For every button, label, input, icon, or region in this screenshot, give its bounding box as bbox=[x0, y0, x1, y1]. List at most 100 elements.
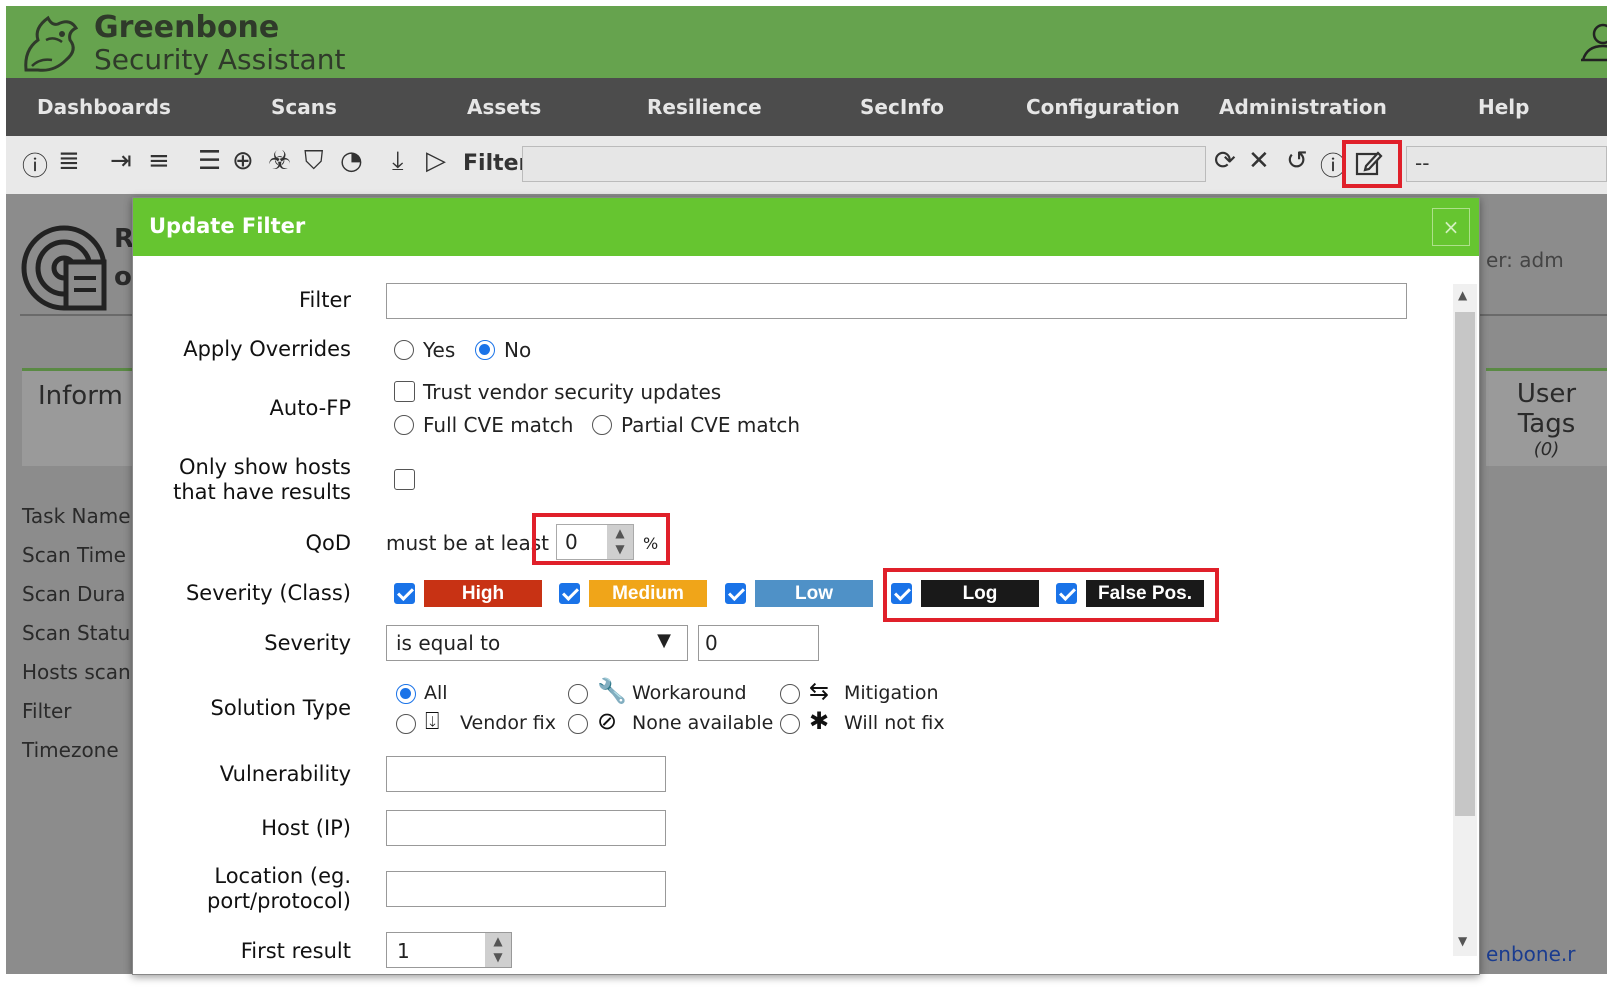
partial-cve-label: Partial CVE match bbox=[621, 413, 801, 437]
outdent-icon[interactable]: ≡ bbox=[148, 146, 170, 176]
only-hosts-label-line2: that have results bbox=[173, 480, 351, 504]
solution-mitigation-label: Mitigation bbox=[844, 682, 939, 704]
filter-label: Filter bbox=[463, 151, 530, 176]
partial-cve-radio[interactable] bbox=[592, 415, 612, 435]
app-header: Greenbone Security Assistant bbox=[6, 6, 1607, 78]
solution-all-radio[interactable] bbox=[396, 684, 416, 704]
scroll-thumb[interactable] bbox=[1455, 312, 1475, 816]
solution-will-not-fix-label: Will not fix bbox=[844, 712, 945, 734]
saved-filter-select[interactable]: -- bbox=[1406, 146, 1607, 182]
solution-will-not-fix-radio[interactable] bbox=[780, 714, 800, 734]
host-input[interactable] bbox=[386, 810, 666, 846]
detail-label: Scan Statu bbox=[22, 621, 131, 645]
scroll-up-icon[interactable]: ▲ bbox=[1458, 288, 1467, 302]
auto-fp-label: Auto-FP bbox=[269, 396, 351, 420]
filter-input[interactable] bbox=[522, 146, 1206, 182]
highlight-log-false-pos bbox=[883, 568, 1219, 622]
help-icon[interactable]: ⓘ bbox=[22, 146, 48, 183]
only-hosts-checkbox[interactable] bbox=[394, 469, 415, 490]
trust-vendor-label: Trust vendor security updates bbox=[423, 380, 722, 404]
severity-relation-value: is equal to bbox=[396, 631, 501, 655]
solution-none-radio[interactable] bbox=[568, 714, 588, 734]
first-result-spin-buttons[interactable]: ▲ ▼ bbox=[485, 933, 511, 967]
severity-relation-select[interactable]: is equal to ▼ bbox=[386, 625, 688, 661]
performance-icon[interactable]: ◔ bbox=[340, 146, 363, 176]
severity-value-input[interactable]: 0 bbox=[698, 625, 819, 661]
overrides-no-label: No bbox=[504, 338, 532, 362]
tab-user-tags-count: (0) bbox=[1533, 439, 1560, 460]
trust-vendor-checkbox[interactable] bbox=[394, 381, 415, 402]
location-label-line2: port/protocol) bbox=[207, 889, 351, 913]
severity-medium-checkbox[interactable] bbox=[559, 583, 580, 604]
nav-dashboards[interactable]: Dashboards bbox=[37, 95, 171, 119]
tab-user-tags-line2: Tags bbox=[1517, 409, 1576, 439]
report-icon bbox=[21, 225, 107, 311]
location-input[interactable] bbox=[386, 871, 666, 907]
bottom-strip bbox=[0, 974, 1607, 1001]
clear-filter-icon[interactable]: ✕ bbox=[1248, 146, 1270, 176]
tab-user-tags-line1: User bbox=[1516, 379, 1577, 409]
detail-label: Scan Time bbox=[22, 543, 126, 567]
detail-label: Hosts scan bbox=[22, 660, 131, 684]
detail-label: Scan Dura bbox=[22, 582, 126, 606]
solution-mitigation-radio[interactable] bbox=[780, 684, 800, 704]
nav-scans[interactable]: Scans bbox=[271, 95, 337, 119]
tls-shield-icon[interactable]: ⛉ bbox=[304, 146, 324, 177]
dropdown-arrow-icon: ▼ bbox=[657, 630, 671, 651]
solution-none-label: None available bbox=[632, 712, 774, 734]
list-icon[interactable]: ≣ bbox=[58, 146, 80, 176]
refresh-icon[interactable]: ⟳ bbox=[1214, 146, 1236, 176]
scroll-down-icon[interactable]: ▼ bbox=[1458, 934, 1467, 948]
close-button[interactable]: × bbox=[1432, 208, 1470, 246]
first-result-label: First result bbox=[240, 939, 351, 963]
severity-high-checkbox[interactable] bbox=[394, 583, 415, 604]
nav-secinfo[interactable]: SecInfo bbox=[860, 95, 944, 119]
reset-icon[interactable]: ↺ bbox=[1286, 146, 1308, 176]
nav-configuration[interactable]: Configuration bbox=[1026, 95, 1180, 119]
tab-information-label: Inform bbox=[38, 381, 123, 411]
filter-text-input[interactable] bbox=[386, 283, 1407, 319]
severity-class-label: Severity (Class) bbox=[185, 581, 351, 605]
apply-overrides-label: Apply Overrides bbox=[183, 337, 351, 361]
user-icon[interactable] bbox=[1581, 20, 1607, 64]
detail-label: Timezone bbox=[22, 738, 119, 762]
highlight-qod bbox=[532, 513, 670, 565]
nav-assets[interactable]: Assets bbox=[467, 95, 541, 119]
page-title-fragment-2: o bbox=[114, 262, 132, 292]
location-label-line1: Location (eg. bbox=[214, 864, 351, 888]
full-cve-radio[interactable] bbox=[394, 415, 414, 435]
dialog-scrollbar[interactable]: ▲ ▼ bbox=[1453, 284, 1477, 956]
footer-link-fragment[interactable]: enbone.r bbox=[1486, 942, 1575, 966]
dialog-header: Update Filter × bbox=[133, 198, 1479, 256]
qod-prefix: must be at least bbox=[386, 531, 549, 555]
main-nav: Dashboards Scans Assets Resilience SecIn… bbox=[6, 78, 1607, 136]
solution-vendor-fix-radio[interactable] bbox=[396, 714, 416, 734]
none-available-icon: ⊘ bbox=[597, 707, 618, 735]
solution-workaround-radio[interactable] bbox=[568, 684, 588, 704]
report-list-icon[interactable]: ☰ bbox=[198, 146, 221, 176]
vulnerability-label: Vulnerability bbox=[219, 762, 351, 786]
nav-administration[interactable]: Administration bbox=[1219, 95, 1387, 119]
overrides-yes-label: Yes bbox=[423, 338, 456, 362]
greenbone-logo-icon bbox=[24, 15, 79, 72]
indent-icon[interactable]: ⇥ bbox=[110, 146, 132, 176]
host-label: Host (IP) bbox=[261, 816, 351, 840]
overrides-yes-radio[interactable] bbox=[394, 340, 414, 360]
vulnerability-input[interactable] bbox=[386, 756, 666, 792]
download-icon[interactable]: ⤓ bbox=[392, 146, 404, 177]
overrides-no-radio[interactable] bbox=[475, 340, 495, 360]
first-result-spinner[interactable]: 1 ▲ ▼ bbox=[386, 932, 512, 968]
solution-workaround-label: Workaround bbox=[632, 682, 747, 704]
tab-user-tags[interactable]: User Tags (0) bbox=[1486, 368, 1607, 466]
brand-subtitle: Security Assistant bbox=[94, 43, 346, 76]
nav-resilience[interactable]: Resilience bbox=[647, 95, 762, 119]
first-result-value: 1 bbox=[397, 939, 410, 963]
severity-low-badge: Low bbox=[755, 580, 873, 607]
globe-icon[interactable]: ⊕ bbox=[232, 146, 254, 176]
severity-low-checkbox[interactable] bbox=[725, 583, 746, 604]
biohazard-icon[interactable]: ☣ bbox=[268, 146, 291, 176]
vendor-fix-icon: ⍗ bbox=[425, 707, 440, 735]
will-not-fix-icon: ✱ bbox=[809, 707, 830, 735]
nav-help[interactable]: Help bbox=[1478, 95, 1529, 119]
play-icon[interactable]: ▷ bbox=[426, 146, 446, 176]
